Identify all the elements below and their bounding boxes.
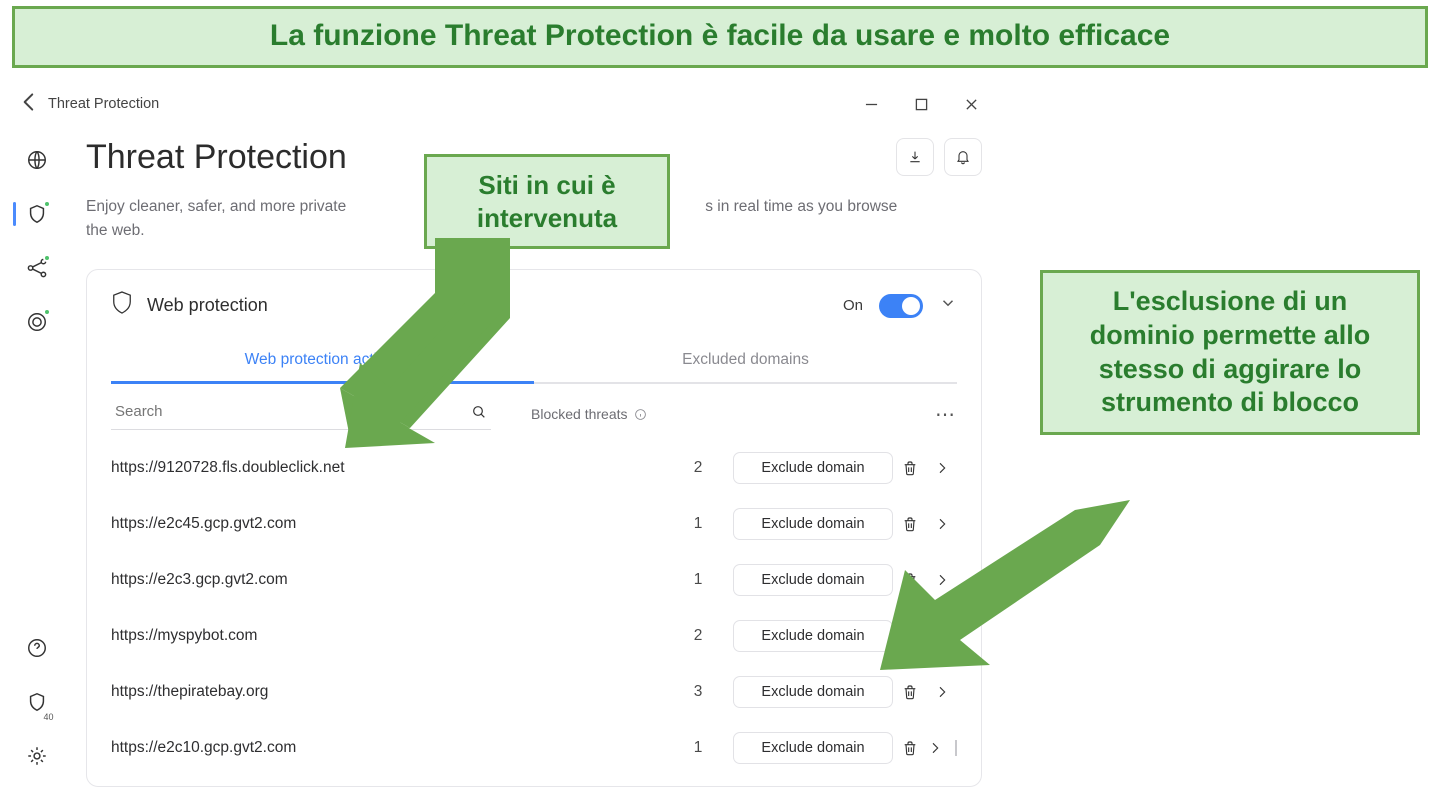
- expand-card-button[interactable]: [939, 294, 957, 317]
- row-count: 1: [663, 739, 733, 757]
- gear-icon: [26, 745, 48, 767]
- trash-icon: [902, 740, 918, 756]
- delete-row-button[interactable]: [893, 740, 927, 756]
- annotation-callout-exclusion: L'esclusione di un dominio permette allo…: [1040, 270, 1420, 435]
- maximize-icon: [915, 98, 928, 111]
- page-title: Threat Protection: [86, 138, 347, 177]
- annotation-callout-sites: Siti in cui è intervenuta: [424, 154, 670, 249]
- trash-icon: [902, 684, 918, 700]
- table-row: https://e2c10.gcp.gvt2.com 1 Exclude dom…: [111, 720, 957, 776]
- status-dot-icon: [43, 254, 51, 262]
- row-url: https://e2c3.gcp.gvt2.com: [111, 571, 663, 589]
- minimize-icon: [865, 98, 878, 111]
- delete-row-button[interactable]: [893, 684, 927, 700]
- nav-darkweb[interactable]: [19, 304, 55, 340]
- info-icon: [634, 408, 647, 421]
- arrow-left-icon: [16, 89, 42, 115]
- status-dot-icon: [43, 308, 51, 316]
- row-count: 3: [663, 683, 733, 701]
- notifications-button[interactable]: [944, 138, 982, 176]
- left-nav-rail: 40: [10, 134, 64, 774]
- chevron-right-icon: [927, 740, 943, 756]
- exclude-domain-button[interactable]: Exclude domain: [733, 508, 893, 540]
- chevron-right-icon: [934, 460, 950, 476]
- download-icon: [907, 149, 923, 165]
- web-protection-toggle[interactable]: [879, 294, 923, 318]
- row-url: https://thepiratebay.org: [111, 683, 663, 701]
- globe-icon: [26, 149, 48, 171]
- web-protection-card: Web protection On Web protection activit…: [86, 269, 982, 787]
- close-icon: [965, 98, 978, 111]
- exclude-domain-button[interactable]: Exclude domain: [733, 452, 893, 484]
- card-title: Web protection: [147, 295, 268, 316]
- annotation-arrow-icon: [870, 500, 1130, 670]
- blocked-threats-header: Blocked threats: [531, 406, 731, 422]
- nav-globe[interactable]: [19, 142, 55, 178]
- annotation-banner: La funzione Threat Protection è facile d…: [12, 6, 1428, 68]
- nav-threat-protection[interactable]: [19, 196, 55, 232]
- row-count: 2: [663, 459, 733, 477]
- row-details-button[interactable]: [927, 460, 957, 476]
- exclude-domain-button[interactable]: Exclude domain: [733, 676, 893, 708]
- exclude-domain-button[interactable]: Exclude domain: [733, 564, 893, 596]
- chevron-right-icon: [934, 684, 950, 700]
- row-url: https://9120728.fls.doubleclick.net: [111, 459, 663, 477]
- titlebar: Threat Protection: [6, 82, 1006, 126]
- row-count: 1: [663, 515, 733, 533]
- table-row: https://e2c45.gcp.gvt2.com 1 Exclude dom…: [111, 496, 957, 552]
- window-minimize-button[interactable]: [846, 88, 896, 120]
- nav-settings[interactable]: [19, 738, 55, 774]
- row-url: https://e2c10.gcp.gvt2.com: [111, 739, 663, 757]
- table-row: https://thepiratebay.org 3 Exclude domai…: [111, 664, 957, 720]
- status-dot-icon: [43, 200, 51, 208]
- table-row: https://e2c3.gcp.gvt2.com 1 Exclude doma…: [111, 552, 957, 608]
- trash-icon: [902, 460, 918, 476]
- window-title: Threat Protection: [48, 96, 159, 112]
- row-count: 1: [663, 571, 733, 589]
- row-count: 2: [663, 627, 733, 645]
- nav-meshnet[interactable]: [19, 250, 55, 286]
- nav-help[interactable]: [19, 630, 55, 666]
- table-row: https://9120728.fls.doubleclick.net 2 Ex…: [111, 440, 957, 496]
- toggle-status-label: On: [843, 297, 863, 314]
- stats-badge: 40: [42, 712, 54, 722]
- delete-row-button[interactable]: [893, 460, 927, 476]
- window-close-button[interactable]: [946, 88, 996, 120]
- row-url: https://myspybot.com: [111, 627, 663, 645]
- back-button[interactable]: [16, 89, 42, 120]
- annotation-arrow-icon: [330, 238, 530, 448]
- window-maximize-button[interactable]: [896, 88, 946, 120]
- exclude-domain-button[interactable]: Exclude domain: [733, 620, 893, 652]
- row-details-button[interactable]: [927, 684, 957, 700]
- chevron-down-icon: [939, 294, 957, 312]
- download-report-button[interactable]: [896, 138, 934, 176]
- help-icon: [26, 637, 48, 659]
- row-details-button[interactable]: [927, 740, 957, 756]
- nav-stats[interactable]: 40: [19, 684, 55, 720]
- tab-excluded-domains[interactable]: Excluded domains: [534, 341, 957, 384]
- exclude-domain-button[interactable]: Exclude domain: [733, 732, 893, 764]
- shield-small-icon: [26, 691, 48, 713]
- more-actions-button[interactable]: ⋯: [931, 402, 957, 427]
- row-url: https://e2c45.gcp.gvt2.com: [111, 515, 663, 533]
- table-row: https://myspybot.com 2 Exclude domain: [111, 608, 957, 664]
- bell-icon: [955, 149, 971, 165]
- shield-outline-icon: [111, 290, 133, 321]
